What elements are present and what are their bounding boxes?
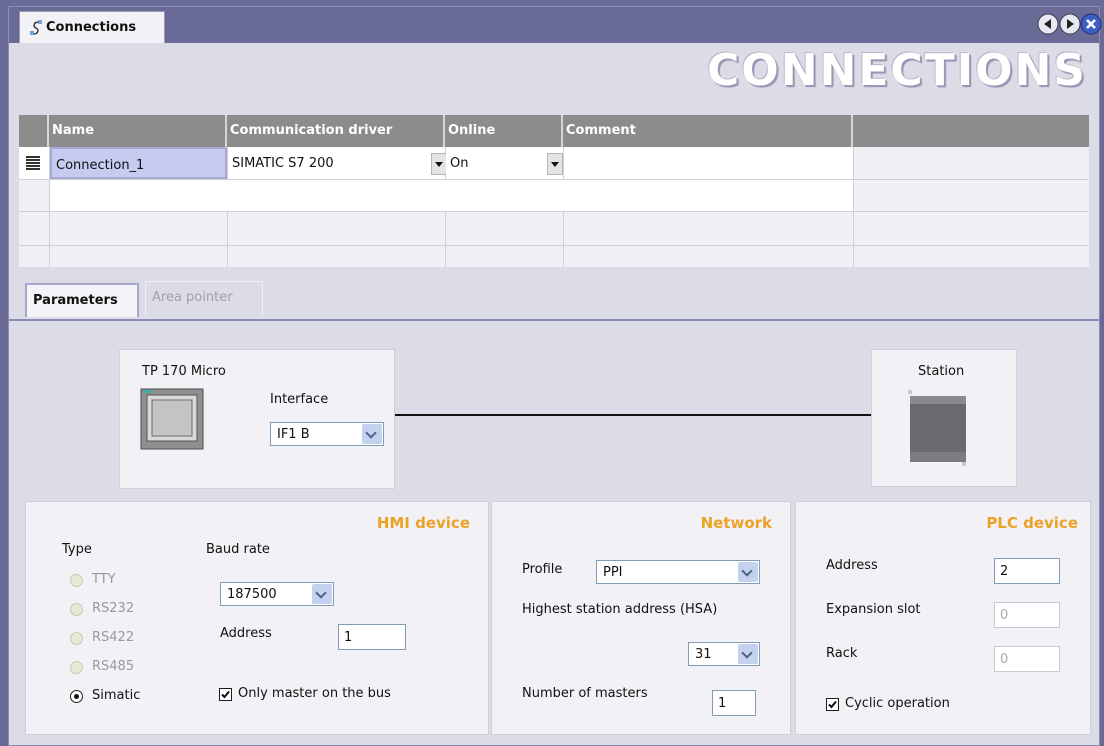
column-header-comment[interactable]: Comment	[563, 115, 853, 147]
plc-device-title: PLC device	[986, 514, 1078, 532]
only-master-checkbox[interactable]	[219, 688, 232, 701]
tab-separator	[9, 319, 1099, 321]
editor-banner: CONNECTIONS	[707, 45, 1087, 96]
only-master-label: Only master on the bus	[238, 686, 391, 701]
driver-dropdown-button[interactable]	[431, 153, 447, 175]
connection-line	[395, 414, 871, 416]
interface-label: Interface	[270, 392, 329, 407]
column-header-empty	[853, 115, 1089, 147]
radio-rs422[interactable]	[70, 632, 83, 645]
radio-rs422-label: RS422	[92, 630, 135, 645]
connections-editor-window: Connections CONNECTIONS Name Communicati…	[8, 6, 1102, 746]
plc-address-label: Address	[826, 558, 878, 573]
connections-tab[interactable]: Connections	[19, 11, 165, 43]
cell-comment[interactable]	[564, 147, 853, 179]
rack-input: 0	[994, 646, 1060, 672]
plc-station-icon	[908, 390, 966, 466]
expansion-slot-input: 0	[994, 602, 1060, 628]
column-header-name[interactable]: Name	[49, 115, 227, 147]
row-selector[interactable]	[19, 147, 49, 179]
touch-panel-icon	[140, 388, 204, 450]
circle-arrow-left-icon[interactable]	[1037, 13, 1059, 35]
row-selector-icon	[26, 156, 40, 170]
network-title: Network	[700, 514, 772, 532]
hsa-select[interactable]: 31	[688, 642, 760, 666]
cell-name[interactable]: Connection_1	[50, 147, 227, 179]
masters-label: Number of masters	[522, 686, 648, 701]
chevron-down-icon	[738, 644, 758, 664]
row-divider	[19, 245, 1089, 246]
radio-rs485-label: RS485	[92, 659, 135, 674]
profile-select[interactable]: PPI	[596, 560, 760, 584]
hsa-value: 31	[695, 647, 712, 662]
expansion-slot-label: Expansion slot	[826, 602, 921, 617]
chevron-down-icon	[312, 584, 332, 604]
masters-input[interactable]: 1	[712, 690, 756, 716]
column-divider	[853, 147, 854, 267]
radio-tty[interactable]	[70, 574, 83, 587]
profile-value: PPI	[603, 565, 623, 580]
type-label: Type	[62, 542, 92, 557]
plc-device-section: PLC device Address 2 Expansion slot 0 Ra…	[795, 501, 1091, 735]
chevron-down-icon	[362, 424, 382, 444]
hmi-device-diagram: TP 170 Micro Interface IF1 B	[119, 349, 395, 489]
connections-icon	[30, 20, 42, 35]
connections-tab-label: Connections	[46, 20, 137, 35]
radio-tty-label: TTY	[92, 572, 116, 587]
cyclic-operation-label: Cyclic operation	[845, 696, 950, 711]
radio-rs485[interactable]	[70, 661, 83, 674]
online-dropdown-button[interactable]	[547, 153, 563, 175]
row-divider	[19, 211, 1089, 212]
circle-close-icon[interactable]	[1080, 13, 1102, 35]
circle-arrow-right-icon[interactable]	[1059, 13, 1081, 35]
station-label: Station	[918, 364, 965, 379]
radio-simatic-label: Simatic	[92, 688, 141, 703]
baud-rate-label: Baud rate	[206, 542, 270, 557]
editor-tab-bar: Connections	[9, 7, 1102, 43]
empty-row[interactable]	[50, 180, 853, 211]
device-name-label: TP 170 Micro	[142, 364, 226, 379]
connections-table: Name Communication driver Online Comment…	[19, 115, 1089, 267]
hmi-address-input[interactable]: 1	[338, 624, 406, 650]
station-diagram: Station	[871, 349, 1017, 487]
hmi-device-title: HMI device	[376, 514, 470, 532]
cell-driver[interactable]: SIMATIC S7 200	[228, 147, 445, 179]
cyclic-operation-checkbox[interactable]	[826, 698, 839, 711]
radio-rs232[interactable]	[70, 603, 83, 616]
radio-rs232-label: RS232	[92, 601, 135, 616]
baud-rate-select[interactable]: 187500	[220, 582, 334, 606]
baud-rate-value: 187500	[227, 587, 277, 602]
checkmark-icon	[221, 690, 230, 699]
profile-label: Profile	[522, 562, 563, 577]
row-header-corner	[19, 115, 49, 147]
cell-online[interactable]: On	[446, 147, 563, 179]
column-header-driver[interactable]: Communication driver	[227, 115, 445, 147]
hmi-address-label: Address	[220, 626, 272, 641]
chevron-down-icon	[738, 562, 758, 582]
rack-label: Rack	[826, 646, 858, 661]
hsa-label: Highest station address (HSA)	[522, 602, 718, 617]
column-header-online[interactable]: Online	[445, 115, 563, 147]
plc-address-input[interactable]: 2	[994, 558, 1060, 584]
tab-parameters[interactable]: Parameters	[25, 283, 139, 317]
radio-simatic[interactable]	[70, 690, 83, 703]
interface-value: IF1 B	[277, 427, 310, 442]
hmi-device-section: HMI device Type Baud rate TTY RS232 RS42…	[25, 501, 489, 735]
checkmark-icon	[828, 700, 837, 709]
network-section: Network Profile PPI Highest station addr…	[491, 501, 791, 735]
interface-select[interactable]: IF1 B	[270, 422, 384, 446]
tab-area-pointer[interactable]: Area pointer	[145, 281, 263, 315]
